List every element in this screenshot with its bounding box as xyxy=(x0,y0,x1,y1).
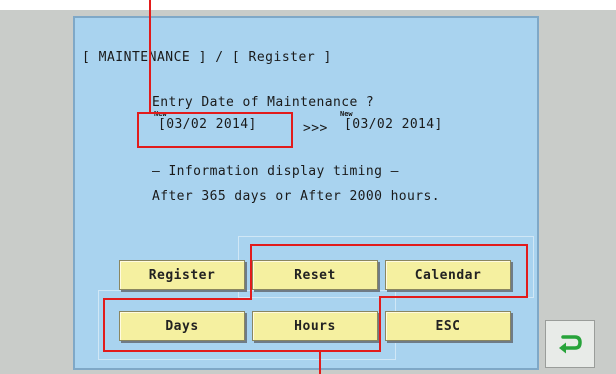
bracket-mid-vertical xyxy=(379,296,381,352)
page-title: [ MAINTENANCE ] / [ Register ] xyxy=(82,50,332,65)
register-button[interactable]: Register xyxy=(119,260,245,290)
entry-date-question: Entry Date of Maintenance ? xyxy=(152,95,375,110)
callout-line-bottom xyxy=(319,350,321,374)
back-button[interactable] xyxy=(545,320,595,368)
calendar-button[interactable]: Calendar xyxy=(385,260,511,290)
bracket-right-lower xyxy=(379,296,528,298)
esc-button[interactable]: ESC xyxy=(385,311,511,341)
next-date-field[interactable]: [03/02 2014] xyxy=(344,117,443,132)
bracket-bottom xyxy=(103,350,381,352)
reset-button[interactable]: Reset xyxy=(252,260,378,290)
info-detail: After 365 days or After 2000 hours. xyxy=(152,189,440,204)
days-button[interactable]: Days xyxy=(119,311,245,341)
back-arrow-icon xyxy=(559,335,582,354)
current-date-highlight xyxy=(137,112,293,148)
callout-line-top xyxy=(149,0,151,113)
info-heading: – Information display timing – xyxy=(152,164,399,179)
bracket-left-top xyxy=(103,298,252,300)
date-arrow: >>> xyxy=(303,121,328,136)
hours-button[interactable]: Hours xyxy=(252,311,378,341)
bracket-top-right xyxy=(250,244,528,246)
bracket-right-vertical xyxy=(526,244,528,298)
bracket-center-vertical xyxy=(250,244,252,300)
bracket-left-vertical xyxy=(103,298,105,352)
